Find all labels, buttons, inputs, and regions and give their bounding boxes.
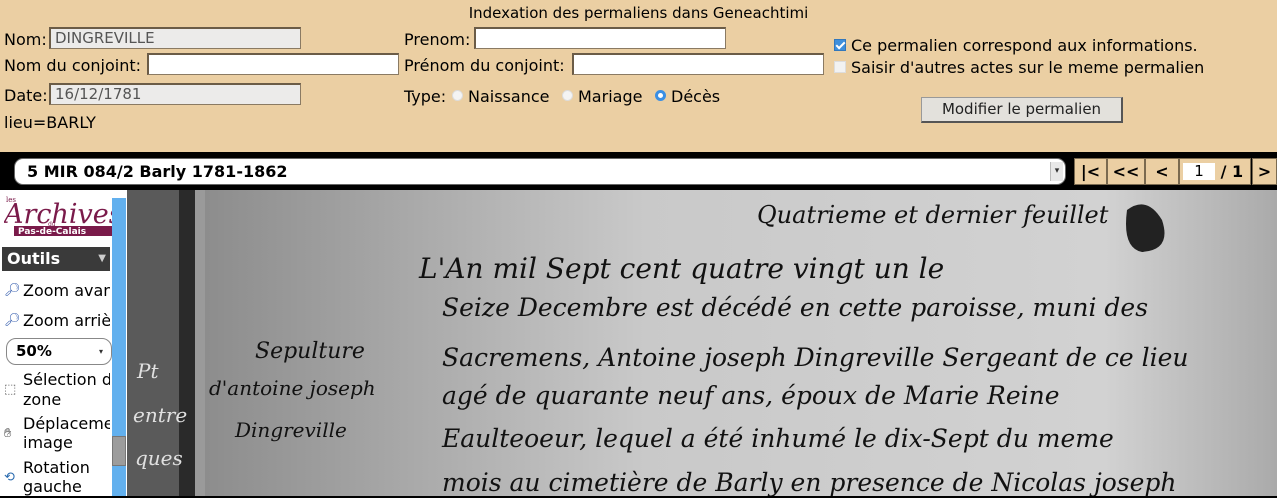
naissance-radio[interactable] <box>452 90 463 101</box>
mariage-radio[interactable] <box>562 90 573 101</box>
move-image-label-1: Déplacement <box>23 414 110 433</box>
hand-icon: ✋︎ <box>4 426 12 441</box>
move-image-label-2: image <box>23 433 73 452</box>
nom-label: Nom: <box>4 30 47 49</box>
svg-text:Pas-de-Calais: Pas-de-Calais <box>18 227 86 236</box>
zone-selection-tool[interactable]: ⬚ Sélection dezone <box>4 370 110 410</box>
archives-pas-de-calais-logo: les Archives du Pas-de-Calais <box>4 196 114 236</box>
tools-dropdown[interactable]: Outils ▼ <box>2 247 110 271</box>
tools-header-label: Outils <box>7 249 61 268</box>
sidebar-scrollbar[interactable] <box>112 198 126 496</box>
fast-prev-button[interactable]: << <box>1107 158 1145 185</box>
correspond-checkbox[interactable] <box>834 38 846 51</box>
zoom-level-value: 50% <box>16 342 52 360</box>
document-select-value: 5 MIR 084/2 Barly 1781-1862 <box>27 162 288 181</box>
form-title: Indexation des permaliens dans Geneachti… <box>468 4 809 22</box>
chevron-down-icon: ▾ <box>1050 162 1063 181</box>
type-label: Type: <box>404 87 447 106</box>
zoom-in-tool[interactable]: 🔎︎Zoom avant <box>4 281 110 300</box>
prenom-label: Prenom: <box>404 30 471 49</box>
rotate-left-label-1: Rotation <box>23 458 90 477</box>
manuscript-margin-left-3: ques <box>135 446 183 470</box>
manuscript-image[interactable]: Quatrieme et dernier feuillet Sepulture … <box>127 190 1277 496</box>
manuscript-line-6: mois au cimetière de Barly en presence d… <box>442 468 1177 496</box>
modifier-permalien-button[interactable]: Modifier le permalien <box>921 97 1123 123</box>
date-field[interactable]: 16/12/1781 <box>49 83 301 105</box>
naissance-label: Naissance <box>468 87 550 106</box>
manuscript-line-5: Eaulteoeur, lequel a été inhumé le dix-S… <box>441 424 1114 453</box>
nom-field[interactable]: DINGREVILLE <box>49 27 301 49</box>
zoom-out-tool[interactable]: 🔎︎Zoom arrière <box>4 311 110 330</box>
scrollbar-grip[interactable] <box>112 436 126 466</box>
deces-label: Décès <box>671 87 721 106</box>
zoom-in-label: Zoom avant <box>23 281 110 300</box>
document-select[interactable]: 5 MIR 084/2 Barly 1781-1862 ▾ <box>14 158 1066 185</box>
svg-text:Archives: Archives <box>4 199 114 230</box>
manuscript-header: Quatrieme et dernier feuillet <box>757 201 1109 229</box>
type-deces-option[interactable]: Décès <box>655 87 720 107</box>
move-image-tool[interactable]: ✋︎ Déplacementimage <box>4 414 110 454</box>
correspond-checkbox-row[interactable]: Ce permalien correspond aux informations… <box>834 36 1198 56</box>
type-mariage-option[interactable]: Mariage <box>562 87 642 107</box>
chevron-down-icon: ▾ <box>99 347 104 356</box>
rotate-left-tool[interactable]: ⟲ Rotation gauche <box>4 458 110 498</box>
autres-actes-checkbox-row[interactable]: Saisir d'autres actes sur le meme permal… <box>834 58 1204 78</box>
autres-actes-label: Saisir d'autres actes sur le meme permal… <box>851 58 1205 77</box>
lieu-text: lieu=BARLY <box>4 113 96 132</box>
move-image-text: Déplacementimage <box>23 414 110 452</box>
magnifier-minus-icon: 🔎︎ <box>4 313 21 328</box>
rotate-left-icon: ⟲ <box>4 470 15 485</box>
correspond-label: Ce permalien correspond aux informations… <box>851 36 1198 55</box>
zone-selection-label-1: Sélection de <box>23 370 110 389</box>
dashed-selection-icon: ⬚ <box>4 382 17 397</box>
manuscript-line-4: agé de quarante neuf ans, époux de Marie… <box>442 381 1060 410</box>
prenom-conjoint-label: Prénom du conjoint: <box>404 56 565 75</box>
zone-selection-label-2: zone <box>23 390 62 409</box>
chevron-down-icon: ▼ <box>98 253 106 264</box>
indexation-form: Indexation des permaliens dans Geneachti… <box>0 0 1277 152</box>
nom-conjoint-field[interactable] <box>147 53 399 75</box>
nom-conjoint-label: Nom du conjoint: <box>4 56 142 75</box>
prenom-conjoint-field[interactable] <box>572 53 824 75</box>
manuscript-line-2: Seize Decembre est décédé en cette paroi… <box>442 293 1148 322</box>
zoom-out-label: Zoom arrière <box>23 311 110 330</box>
prev-page-button[interactable]: < <box>1145 158 1179 185</box>
zoom-level-select[interactable]: 50% ▾ <box>6 338 112 365</box>
date-label: Date: <box>4 86 48 105</box>
mariage-label: Mariage <box>578 87 643 106</box>
page-total: / 1 <box>1220 162 1244 181</box>
next-page-button[interactable]: > <box>1252 158 1277 185</box>
type-naissance-option[interactable]: Naissance <box>452 87 549 107</box>
manuscript-margin-left-2: entre <box>133 403 187 427</box>
autres-actes-checkbox[interactable] <box>834 60 846 73</box>
manuscript-margin-3: Dingreville <box>234 418 347 442</box>
deces-radio[interactable] <box>655 90 666 101</box>
manuscript-margin-2: d'antoine joseph <box>209 376 376 400</box>
rotate-left-label-2: gauche <box>23 477 82 496</box>
manuscript-line-3: Sacremens, Antoine joseph Dingreville Se… <box>442 343 1188 372</box>
manuscript-margin-left-1: Pt <box>136 359 159 383</box>
zone-selection-text: Sélection dezone <box>23 370 110 410</box>
manuscript-margin-1: Sepulture <box>255 339 365 364</box>
magnifier-plus-icon: 🔎︎ <box>4 283 21 298</box>
prenom-field[interactable] <box>474 27 726 49</box>
page-current-input[interactable]: 1 <box>1183 163 1215 180</box>
first-page-button[interactable]: |< <box>1074 158 1107 185</box>
page-indicator: 1 / 1 <box>1179 158 1251 185</box>
rotate-left-text: Rotation gauche <box>23 458 90 496</box>
manuscript-line-1: L'An mil Sept cent quatre vingt un le <box>418 252 944 285</box>
